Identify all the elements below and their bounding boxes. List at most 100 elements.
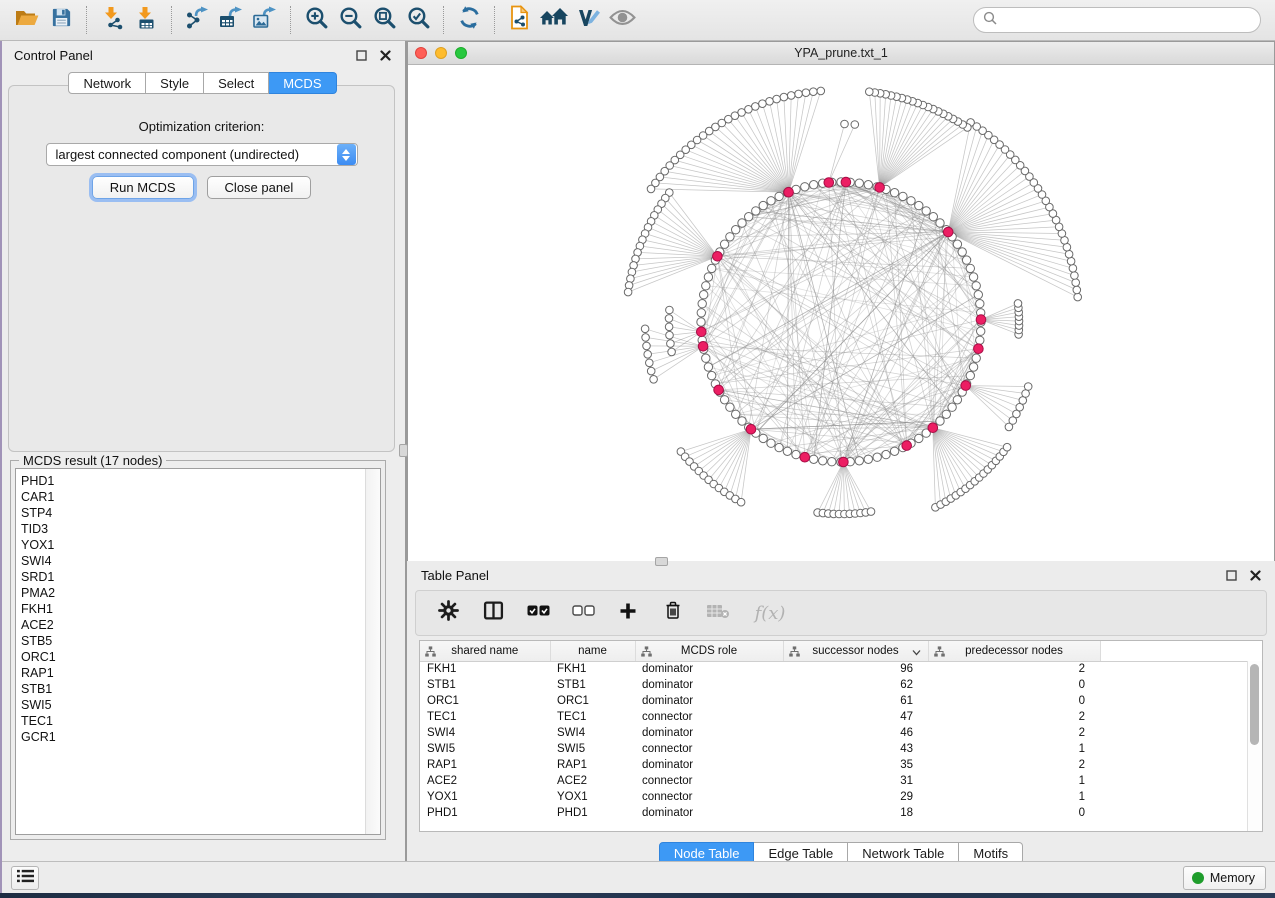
- ring-node[interactable]: [969, 363, 977, 371]
- table-scrollbar-thumb[interactable]: [1250, 664, 1259, 745]
- ring-node[interactable]: [726, 403, 734, 411]
- table-row[interactable]: FKH1FKH1dominator962: [420, 661, 1249, 677]
- leaf-node[interactable]: [644, 351, 652, 359]
- zoom-fit-button[interactable]: [367, 4, 401, 36]
- table-row[interactable]: ORC1ORC1dominator610: [420, 693, 1249, 709]
- table-row[interactable]: RAP1RAP1dominator352: [420, 757, 1249, 773]
- ring-node[interactable]: [972, 354, 980, 362]
- mcds-hub-node[interactable]: [974, 344, 984, 354]
- ring-node[interactable]: [922, 207, 930, 215]
- leaf-node[interactable]: [1022, 390, 1030, 398]
- ring-node[interactable]: [819, 457, 827, 465]
- table-row[interactable]: PHD1PHD1dominator180: [420, 805, 1249, 821]
- close-panel-button[interactable]: [379, 49, 391, 61]
- ring-node[interactable]: [962, 256, 970, 264]
- eye-button[interactable]: [605, 4, 639, 36]
- leaf-node[interactable]: [667, 340, 675, 348]
- criterion-select[interactable]: largest connected component (undirected): [46, 143, 358, 166]
- leaf-node[interactable]: [647, 185, 655, 193]
- mcds-hub-node[interactable]: [697, 327, 707, 337]
- column-header-MCDS-role[interactable]: MCDS role: [635, 641, 783, 661]
- ring-node[interactable]: [969, 273, 977, 281]
- leaf-node[interactable]: [1067, 257, 1075, 265]
- column-header-shared-name[interactable]: shared name: [420, 641, 550, 661]
- ring-node[interactable]: [702, 282, 710, 290]
- show-column-panel-button[interactable]: [481, 601, 505, 625]
- float-panel-button[interactable]: [355, 49, 367, 61]
- ring-node[interactable]: [767, 439, 775, 447]
- leaf-node[interactable]: [641, 325, 649, 333]
- ring-node[interactable]: [738, 417, 746, 425]
- table-row[interactable]: TEC1TEC1connector472: [420, 709, 1249, 725]
- leaf-node[interactable]: [647, 367, 655, 375]
- tab-network[interactable]: Network: [68, 72, 146, 94]
- ring-node[interactable]: [720, 240, 728, 248]
- mcds-result-listbox[interactable]: PHD1CAR1STP4TID3YOX1SWI4SRD1PMA2FKH1ACE2…: [15, 468, 381, 835]
- ring-node[interactable]: [915, 201, 923, 209]
- leaf-node[interactable]: [802, 89, 810, 97]
- horizontal-splitter-grip[interactable]: [655, 557, 668, 566]
- task-history-button[interactable]: [11, 866, 39, 890]
- mcds-hub-node[interactable]: [839, 457, 849, 467]
- leaf-node[interactable]: [643, 342, 651, 350]
- leaf-node[interactable]: [787, 92, 795, 100]
- ring-node[interactable]: [720, 396, 728, 404]
- destroy-table-button[interactable]: [706, 601, 730, 625]
- leaf-node[interactable]: [795, 90, 803, 98]
- vertical-splitter-grip[interactable]: [399, 444, 408, 457]
- window-maximize-button[interactable]: [455, 47, 467, 59]
- ring-node[interactable]: [704, 273, 712, 281]
- ring-node[interactable]: [936, 219, 944, 227]
- window-minimize-button[interactable]: [435, 47, 447, 59]
- ring-node[interactable]: [864, 181, 872, 189]
- mcds-hub-node[interactable]: [824, 178, 834, 188]
- ring-node[interactable]: [828, 458, 836, 466]
- ring-node[interactable]: [708, 371, 716, 379]
- mcds-hub-node[interactable]: [902, 441, 912, 451]
- ring-node[interactable]: [929, 213, 937, 221]
- ring-node[interactable]: [697, 309, 705, 317]
- mcds-list-scrollbar[interactable]: [365, 469, 380, 834]
- table-row[interactable]: ACE2ACE2connector311: [420, 773, 1249, 789]
- ring-node[interactable]: [890, 447, 898, 455]
- table-row[interactable]: STB1STB1dominator620: [420, 677, 1249, 693]
- leaf-node[interactable]: [1074, 293, 1082, 301]
- open-file-button[interactable]: [10, 4, 44, 36]
- leaf-node[interactable]: [1072, 279, 1080, 287]
- table-row[interactable]: SWI5SWI5connector431: [420, 741, 1249, 757]
- vizmapper-button[interactable]: [571, 4, 605, 36]
- leaf-node[interactable]: [665, 323, 673, 331]
- ring-node[interactable]: [792, 450, 800, 458]
- refresh-button[interactable]: [452, 4, 486, 36]
- ring-node[interactable]: [759, 434, 767, 442]
- leaf-node[interactable]: [1071, 272, 1079, 280]
- table-row[interactable]: SWI4SWI4dominator462: [420, 725, 1249, 741]
- leaf-node[interactable]: [759, 100, 767, 108]
- ring-node[interactable]: [759, 201, 767, 209]
- leaf-node[interactable]: [737, 498, 745, 506]
- leaf-node[interactable]: [810, 88, 818, 96]
- tab-style[interactable]: Style: [146, 72, 204, 94]
- mcds-hub-node[interactable]: [961, 381, 971, 391]
- ring-node[interactable]: [855, 457, 863, 465]
- function-builder-button[interactable]: f(x): [751, 601, 789, 625]
- homes-button[interactable]: [537, 4, 571, 36]
- ring-node[interactable]: [810, 455, 818, 463]
- leaf-node[interactable]: [766, 98, 774, 106]
- ring-node[interactable]: [864, 455, 872, 463]
- leaf-node[interactable]: [624, 288, 632, 296]
- mcds-hub-node[interactable]: [713, 252, 723, 262]
- export-table-button[interactable]: [214, 4, 248, 36]
- tab-select[interactable]: Select: [204, 72, 269, 94]
- delete-column-button[interactable]: [661, 601, 685, 625]
- ring-node[interactable]: [810, 181, 818, 189]
- tab-mcds[interactable]: MCDS: [269, 72, 336, 94]
- memory-button[interactable]: Memory: [1183, 866, 1266, 890]
- mcds-hub-node[interactable]: [714, 385, 724, 395]
- ring-node[interactable]: [953, 240, 961, 248]
- import-network-button[interactable]: [95, 4, 129, 36]
- ring-node[interactable]: [882, 450, 890, 458]
- ring-node[interactable]: [702, 354, 710, 362]
- ring-node[interactable]: [976, 336, 984, 344]
- table-scrollbar[interactable]: [1247, 661, 1262, 831]
